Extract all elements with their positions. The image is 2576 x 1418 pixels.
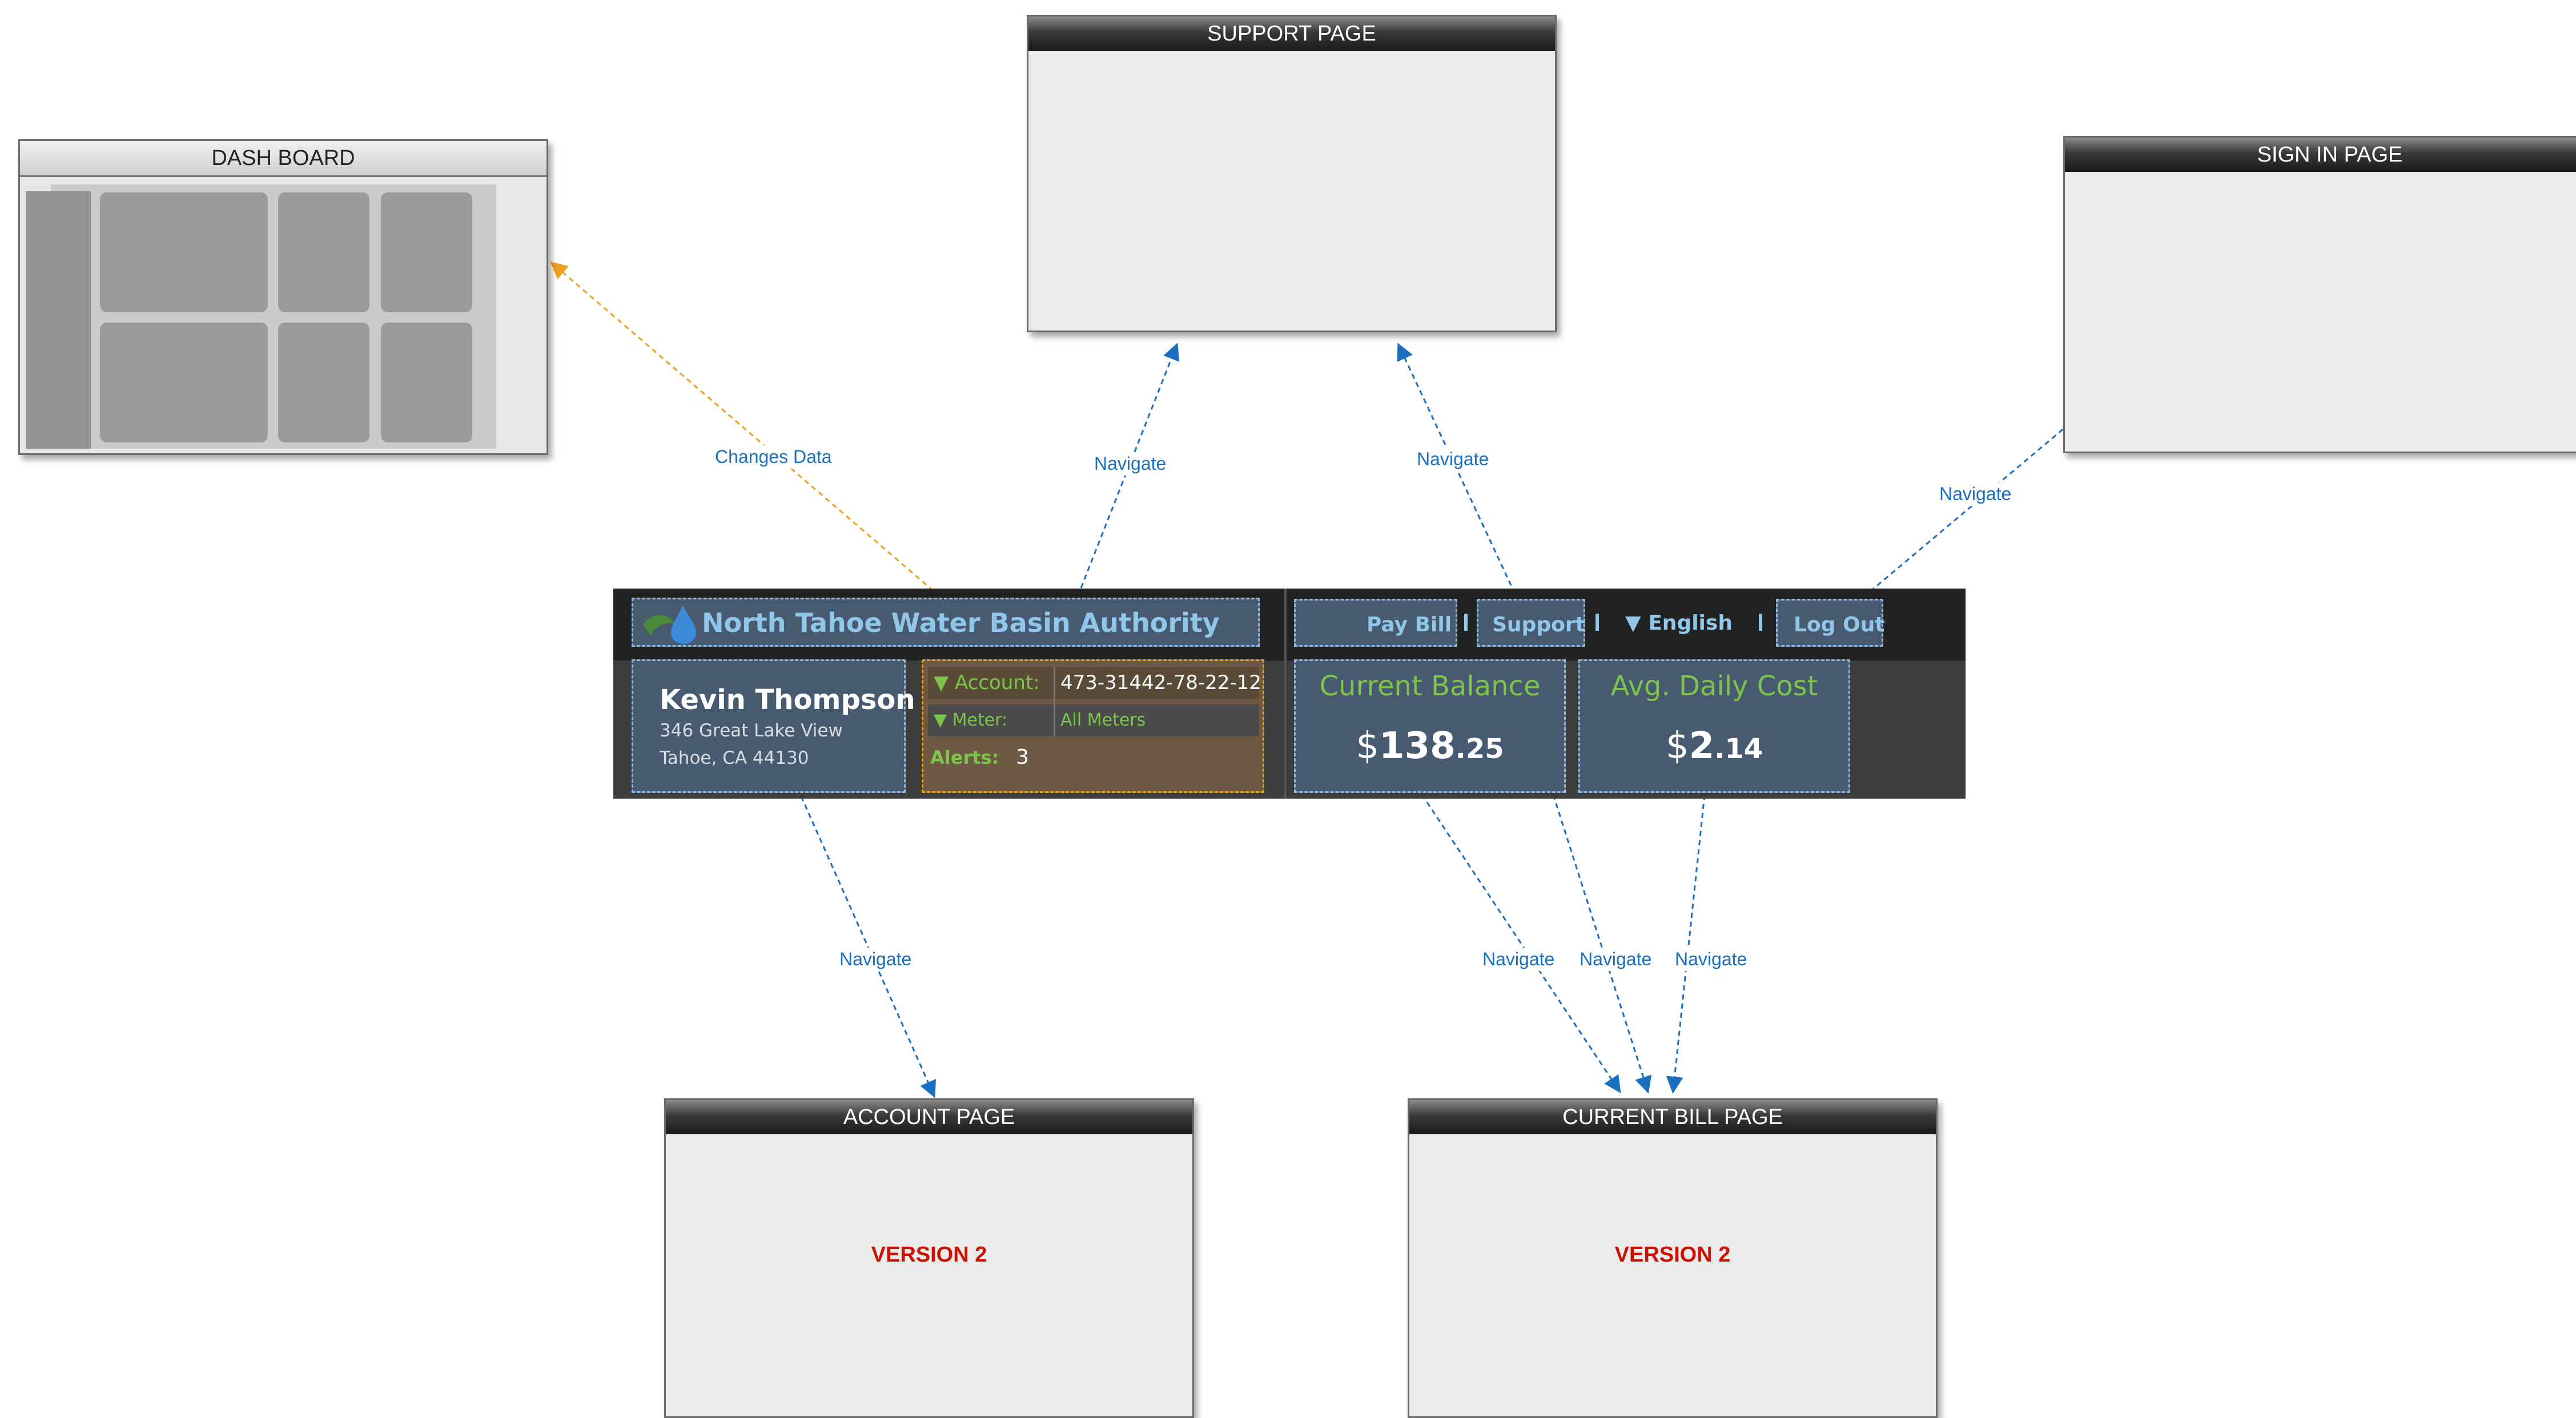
- customer-info-card[interactable]: Kevin Thompson 346 Great Lake View Tahoe…: [632, 659, 915, 793]
- current-bill-page-title: CURRENT BILL PAGE: [1409, 1100, 1936, 1134]
- brand-logo-link[interactable]: North Tahoe Water Basin Authority: [632, 598, 1260, 647]
- header-bar: North Tahoe Water Basin Authority Pay Bi…: [613, 589, 1966, 799]
- nav-separator: [1464, 614, 1468, 631]
- support-page-title: SUPPORT PAGE: [1028, 17, 1555, 51]
- customer-address-line1: 346 Great Lake View: [660, 720, 843, 741]
- current-balance-amount: $138.25: [1356, 725, 1504, 767]
- connector-label-navigate: Navigate: [836, 948, 915, 971]
- account-number: 473-31442-78-22-12: [1060, 671, 1261, 694]
- customer-address-line2: Tahoe, CA 44130: [660, 748, 809, 768]
- pay-bill-link[interactable]: Pay Bill: [1294, 599, 1457, 647]
- account-page-box: ACCOUNT PAGE VERSION 2: [664, 1098, 1194, 1418]
- customer-name: Kevin Thompson: [660, 684, 915, 716]
- brand-name: North Tahoe Water Basin Authority: [702, 607, 1220, 638]
- dashboard-page-title: DASH BOARD: [20, 141, 546, 177]
- account-label[interactable]: ▼ Account:: [934, 671, 1040, 694]
- nav-separator: [1759, 614, 1762, 631]
- signin-page-title: SIGN IN PAGE: [2065, 138, 2576, 172]
- language-selector[interactable]: ▼ English: [1625, 611, 1733, 635]
- meter-value: All Meters: [1060, 710, 1146, 730]
- meter-label[interactable]: ▼ Meter:: [934, 710, 1007, 730]
- logout-link[interactable]: Log Out: [1776, 599, 1884, 647]
- account-selector-panel[interactable]: ▼ Account: 473-31442-78-22-12 ▼ Meter: A…: [922, 659, 1264, 793]
- current-balance-card[interactable]: Current Balance $138.25: [1294, 659, 1566, 793]
- connector-account: [800, 796, 936, 1098]
- connector-label-navigate: Navigate: [1936, 482, 2015, 506]
- dashboard-tile: [381, 192, 472, 312]
- nav-separator: [1596, 614, 1599, 631]
- dashboard-tile: [381, 323, 472, 442]
- current-balance-label: Current Balance: [1319, 670, 1541, 702]
- water-drop-leaf-icon: [644, 605, 696, 644]
- connector-bill-3: [1666, 794, 1706, 1094]
- connector-bill-1: [1421, 794, 1621, 1093]
- connector-bill-2: [1552, 794, 1652, 1094]
- current-bill-page-box: CURRENT BILL PAGE VERSION 2: [1408, 1098, 1938, 1418]
- row-divider: [1054, 667, 1055, 736]
- avg-daily-cost-amount: $2.14: [1665, 725, 1763, 767]
- dashboard-tile: [278, 323, 369, 442]
- connector-label-navigate: Navigate: [1091, 452, 1170, 476]
- alerts-count: 3: [1016, 746, 1029, 769]
- connector-label-navigate: Navigate: [1479, 948, 1558, 971]
- version-label: VERSION 2: [871, 1243, 987, 1267]
- connector-label-changes-data: Changes Data: [712, 445, 835, 469]
- version-label: VERSION 2: [1614, 1243, 1731, 1267]
- support-page-box: SUPPORT PAGE: [1027, 15, 1557, 332]
- alerts-label[interactable]: Alerts:: [930, 747, 999, 768]
- connector-label-navigate: Navigate: [1671, 948, 1751, 971]
- account-page-title: ACCOUNT PAGE: [666, 1100, 1192, 1134]
- avg-daily-cost-label: Avg. Daily Cost: [1610, 670, 1818, 702]
- dashboard-page-box: DASH BOARD: [18, 139, 548, 455]
- signin-page-box: SIGN IN PAGE: [2063, 136, 2576, 453]
- avg-daily-cost-card[interactable]: Avg. Daily Cost $2.14: [1578, 659, 1850, 793]
- support-link[interactable]: Support: [1477, 599, 1585, 647]
- connector-label-navigate: Navigate: [1576, 948, 1655, 971]
- connector-label-navigate: Navigate: [1413, 448, 1493, 471]
- dashboard-sidebar: [26, 191, 91, 449]
- header-divider: [1284, 589, 1287, 799]
- dashboard-tile: [278, 192, 369, 312]
- dashboard-tile: [100, 323, 268, 442]
- dashboard-tile: [100, 192, 268, 312]
